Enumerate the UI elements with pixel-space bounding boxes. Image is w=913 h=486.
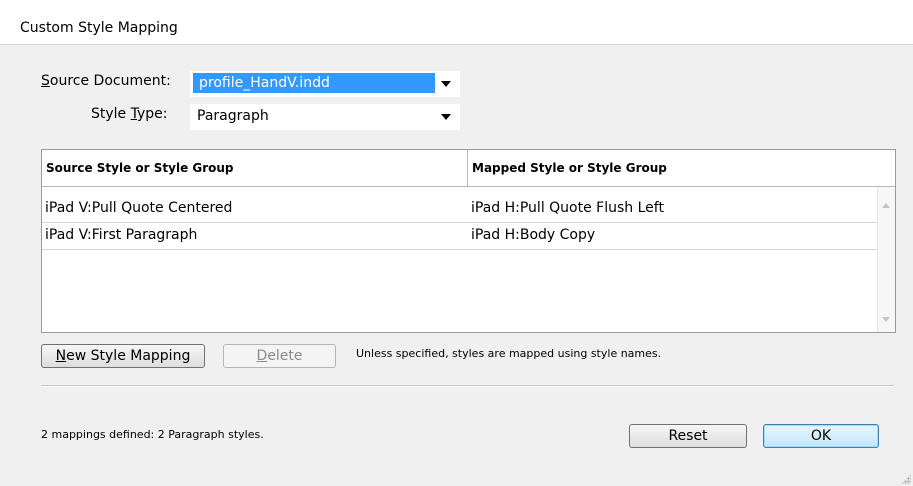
title-bar: Custom Style Mapping (0, 0, 913, 45)
new-style-mapping-button[interactable]: New Style Mapping (41, 344, 205, 368)
chevron-down-icon (441, 81, 451, 87)
delete-button[interactable]: Delete (223, 344, 336, 368)
style-type-dropdown[interactable]: Paragraph (190, 104, 460, 130)
mapped-style-cell: iPad H:Pull Quote Flush Left (471, 200, 664, 216)
column-header-source[interactable]: Source Style or Style Group (42, 150, 467, 186)
scroll-up-icon[interactable] (882, 203, 890, 208)
custom-style-mapping-dialog: Custom Style Mapping Source Document: pr… (0, 0, 913, 486)
source-document-dropdown[interactable]: profile_HandV.indd (190, 71, 460, 97)
table-row[interactable]: iPad V:Pull Quote Centered iPad H:Pull Q… (42, 196, 878, 223)
scroll-down-icon[interactable] (882, 317, 890, 322)
column-header-mapped[interactable]: Mapped Style or Style Group (467, 150, 896, 186)
mapping-note: Unless specified, styles are mapped usin… (356, 347, 662, 360)
mapped-style-cell: iPad H:Body Copy (471, 227, 596, 243)
source-style-cell: iPad V:First Paragraph (45, 227, 198, 243)
table-header: Source Style or Style Group Mapped Style… (42, 150, 895, 187)
source-document-label: Source Document: (41, 73, 171, 89)
divider (41, 385, 894, 387)
table-row[interactable]: iPad V:First Paragraph iPad H:Body Copy (42, 223, 878, 250)
source-document-value: profile_HandV.indd (193, 73, 435, 93)
mappings-status: 2 mappings defined: 2 Paragraph styles. (41, 428, 264, 441)
chevron-down-icon (441, 114, 451, 120)
source-style-cell: iPad V:Pull Quote Centered (45, 200, 233, 216)
style-type-value: Paragraph (197, 108, 269, 124)
table-scrollbar[interactable] (877, 187, 895, 332)
ok-button[interactable]: OK (763, 424, 879, 448)
style-mapping-table: Source Style or Style Group Mapped Style… (41, 149, 896, 333)
window-title: Custom Style Mapping (20, 20, 178, 36)
reset-button[interactable]: Reset (629, 424, 747, 448)
style-type-label: Style Type: (91, 106, 168, 122)
resize-grip-icon[interactable] (901, 474, 911, 484)
